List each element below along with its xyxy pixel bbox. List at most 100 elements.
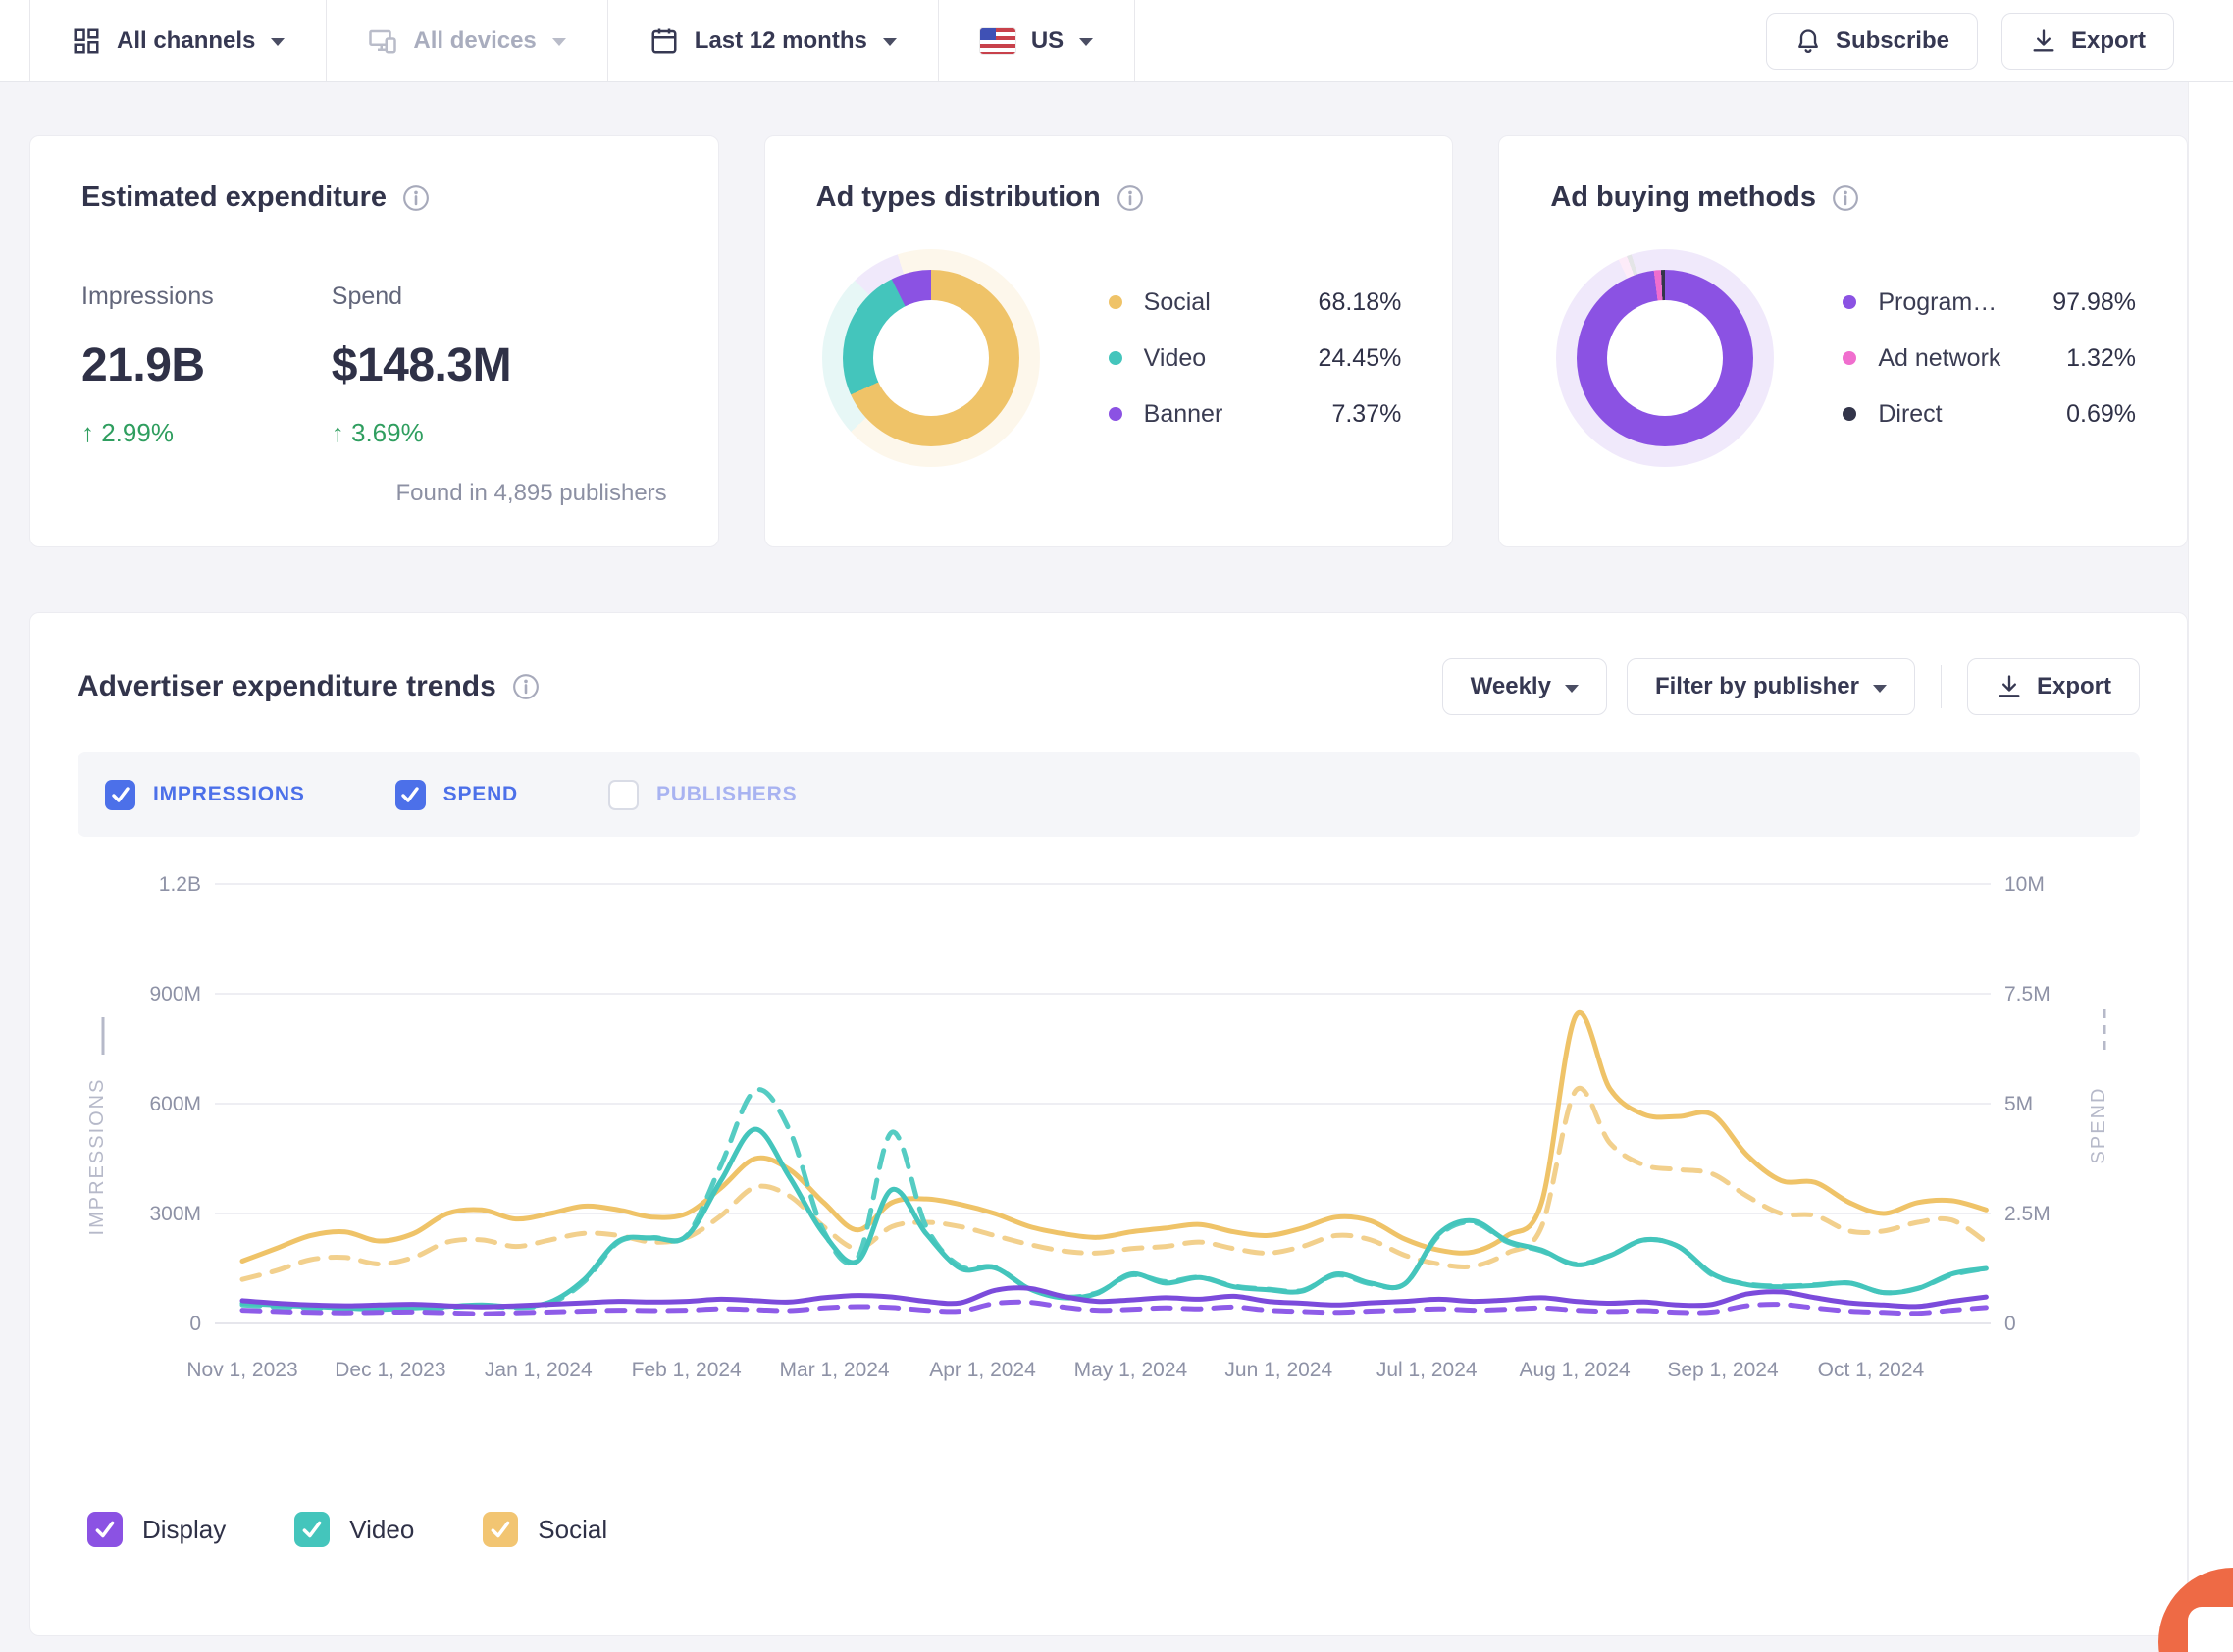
svg-text:Jul 1, 2024: Jul 1, 2024	[1376, 1359, 1478, 1381]
country-filter[interactable]: US	[939, 0, 1136, 81]
export-label: Export	[2036, 673, 2111, 699]
spend-delta: ↑ 3.69%	[331, 418, 424, 447]
svg-text:Feb 1, 2024: Feb 1, 2024	[632, 1359, 742, 1381]
legend-row[interactable]: Video 24.45%	[1108, 343, 1402, 373]
legend-value: 68.18%	[1318, 287, 1402, 316]
card-title: Ad buying methods	[1550, 181, 1817, 213]
scrollbar-gutter[interactable]	[2188, 0, 2233, 1652]
legend-label: Program…	[1878, 287, 1998, 316]
svg-text:Dec 1, 2023: Dec 1, 2023	[335, 1359, 445, 1381]
impressions-label: Impressions	[81, 283, 214, 310]
checkbox-checked-icon	[483, 1512, 519, 1547]
ad-buying-legend: Program… 97.98% Ad network 1.32% Direct …	[1843, 288, 2136, 429]
toggle-spend[interactable]: SPEND	[394, 779, 519, 810]
advertiser-expenditure-trends-card: Advertiser expenditure trends Weekly Fil…	[29, 612, 2188, 1636]
chevron-down-icon	[1564, 684, 1579, 693]
svg-text:Aug 1, 2024: Aug 1, 2024	[1519, 1359, 1631, 1381]
export-button-top[interactable]: Export	[2000, 12, 2174, 70]
toggle-label: SPEND	[442, 783, 519, 805]
filter-by-publisher-label: Filter by publisher	[1654, 673, 1859, 699]
svg-text:7.5M: 7.5M	[2004, 983, 2051, 1006]
legend-label: Ad network	[1878, 343, 2001, 372]
devices-filter[interactable]: All devices	[327, 0, 608, 81]
legend-label: Video	[1143, 343, 1207, 372]
info-icon[interactable]	[1116, 184, 1144, 212]
legend-row[interactable]: Direct 0.69%	[1843, 400, 2136, 429]
legend-toggle-label: Video	[349, 1514, 415, 1544]
info-icon[interactable]	[512, 673, 540, 700]
svg-text:Apr 1, 2024: Apr 1, 2024	[929, 1359, 1036, 1381]
expenditure-trends-line-chart[interactable]: 0 0 300M 2.5M 600M 5M 900M 7.5M 1.2B 10M Nov 1, 20…	[78, 862, 2142, 1490]
legend-value: 0.69%	[2066, 399, 2137, 428]
spend-value: $148.3M	[331, 339, 512, 391]
chat-face-icon	[2188, 1607, 2233, 1652]
legend-label: Direct	[1878, 399, 1943, 428]
legend-row[interactable]: Social 68.18%	[1108, 287, 1402, 317]
legend-row[interactable]: Banner 7.37%	[1108, 400, 1401, 429]
svg-text:Jan 1, 2024: Jan 1, 2024	[485, 1359, 593, 1381]
checkbox-checked-icon	[105, 779, 135, 810]
card-title: Estimated expenditure	[81, 181, 388, 213]
toggle-label: PUBLISHERS	[656, 783, 798, 805]
legend-row[interactable]: Program… 97.98%	[1843, 288, 2136, 317]
legend-value: 1.32%	[2066, 343, 2137, 372]
ad-buying-donut-chart[interactable]	[1556, 249, 1775, 467]
filter-by-publisher-select[interactable]: Filter by publisher	[1626, 658, 1915, 715]
svg-text:300M: 300M	[149, 1203, 201, 1225]
svg-text:900M: 900M	[149, 983, 201, 1006]
download-icon	[2030, 27, 2057, 55]
toggle-label: IMPRESSIONS	[153, 783, 305, 805]
legend-toggle-video[interactable]: Video	[294, 1512, 414, 1547]
info-icon[interactable]	[1832, 184, 1859, 212]
svg-text:Oct 1, 2024: Oct 1, 2024	[1818, 1359, 1925, 1381]
chevron-down-icon	[551, 38, 566, 46]
ad-buying-methods-card: Ad buying methods Program… 97.98% Ad net	[1498, 135, 2189, 547]
calendar-icon	[649, 26, 679, 56]
export-label: Export	[2070, 26, 2146, 54]
toolbar-actions: Subscribe Export	[1765, 0, 2233, 81]
us-flag-icon	[979, 27, 1015, 54]
channels-filter-label: All channels	[117, 26, 256, 54]
legend-toggle-display[interactable]: Display	[87, 1512, 226, 1547]
legend-dot	[1843, 351, 1857, 365]
legend-dot	[1108, 295, 1122, 309]
legend-row[interactable]: Ad network 1.32%	[1843, 344, 2136, 373]
subscribe-button[interactable]: Subscribe	[1765, 12, 1978, 70]
spend-label: Spend	[331, 283, 403, 310]
legend-dot	[1843, 295, 1857, 309]
legend-toggle-label: Social	[538, 1514, 608, 1544]
period-select-value: Weekly	[1470, 673, 1551, 699]
ad-types-donut-chart[interactable]	[821, 249, 1040, 467]
publishers-footnote: Found in 4,895 publishers	[395, 480, 667, 506]
chevron-down-icon	[1079, 38, 1094, 46]
svg-text:May 1, 2024: May 1, 2024	[1074, 1359, 1188, 1381]
bell-icon	[1794, 27, 1822, 55]
svg-text:10M: 10M	[2004, 873, 2045, 896]
devices-filter-label: All devices	[413, 26, 537, 54]
legend-toggle-social[interactable]: Social	[483, 1512, 607, 1547]
legend-label: Social	[1143, 287, 1211, 316]
spend-metric: Spend $148.3M ↑ 3.69%	[331, 283, 512, 448]
export-button-trends[interactable]: Export	[1966, 658, 2140, 715]
svg-text:600M: 600M	[149, 1093, 201, 1115]
download-icon	[1996, 673, 2023, 700]
toggle-publishers[interactable]: PUBLISHERS	[608, 779, 798, 810]
devices-icon	[368, 26, 397, 56]
legend-value: 24.45%	[1318, 343, 1402, 372]
date-range-filter[interactable]: Last 12 months	[608, 0, 939, 81]
svg-text:Nov 1, 2023: Nov 1, 2023	[186, 1359, 297, 1381]
period-select[interactable]: Weekly	[1441, 658, 1607, 715]
channels-filter[interactable]: All channels	[29, 0, 328, 81]
toggle-impressions[interactable]: IMPRESSIONS	[105, 779, 305, 810]
card-title: Ad types distribution	[815, 181, 1101, 213]
impressions-value: 21.9B	[81, 339, 205, 391]
checkbox-checked-icon	[294, 1512, 331, 1547]
date-range-label: Last 12 months	[694, 26, 867, 54]
info-icon[interactable]	[402, 184, 430, 212]
svg-text:5M: 5M	[2004, 1093, 2033, 1115]
metric-toggle-strip: IMPRESSIONS SPEND PUBLISHERS	[78, 752, 2140, 837]
legend-dot	[1108, 407, 1122, 421]
country-label: US	[1030, 26, 1065, 54]
divider	[1940, 665, 1942, 708]
svg-text:SPEND: SPEND	[2088, 1087, 2109, 1164]
